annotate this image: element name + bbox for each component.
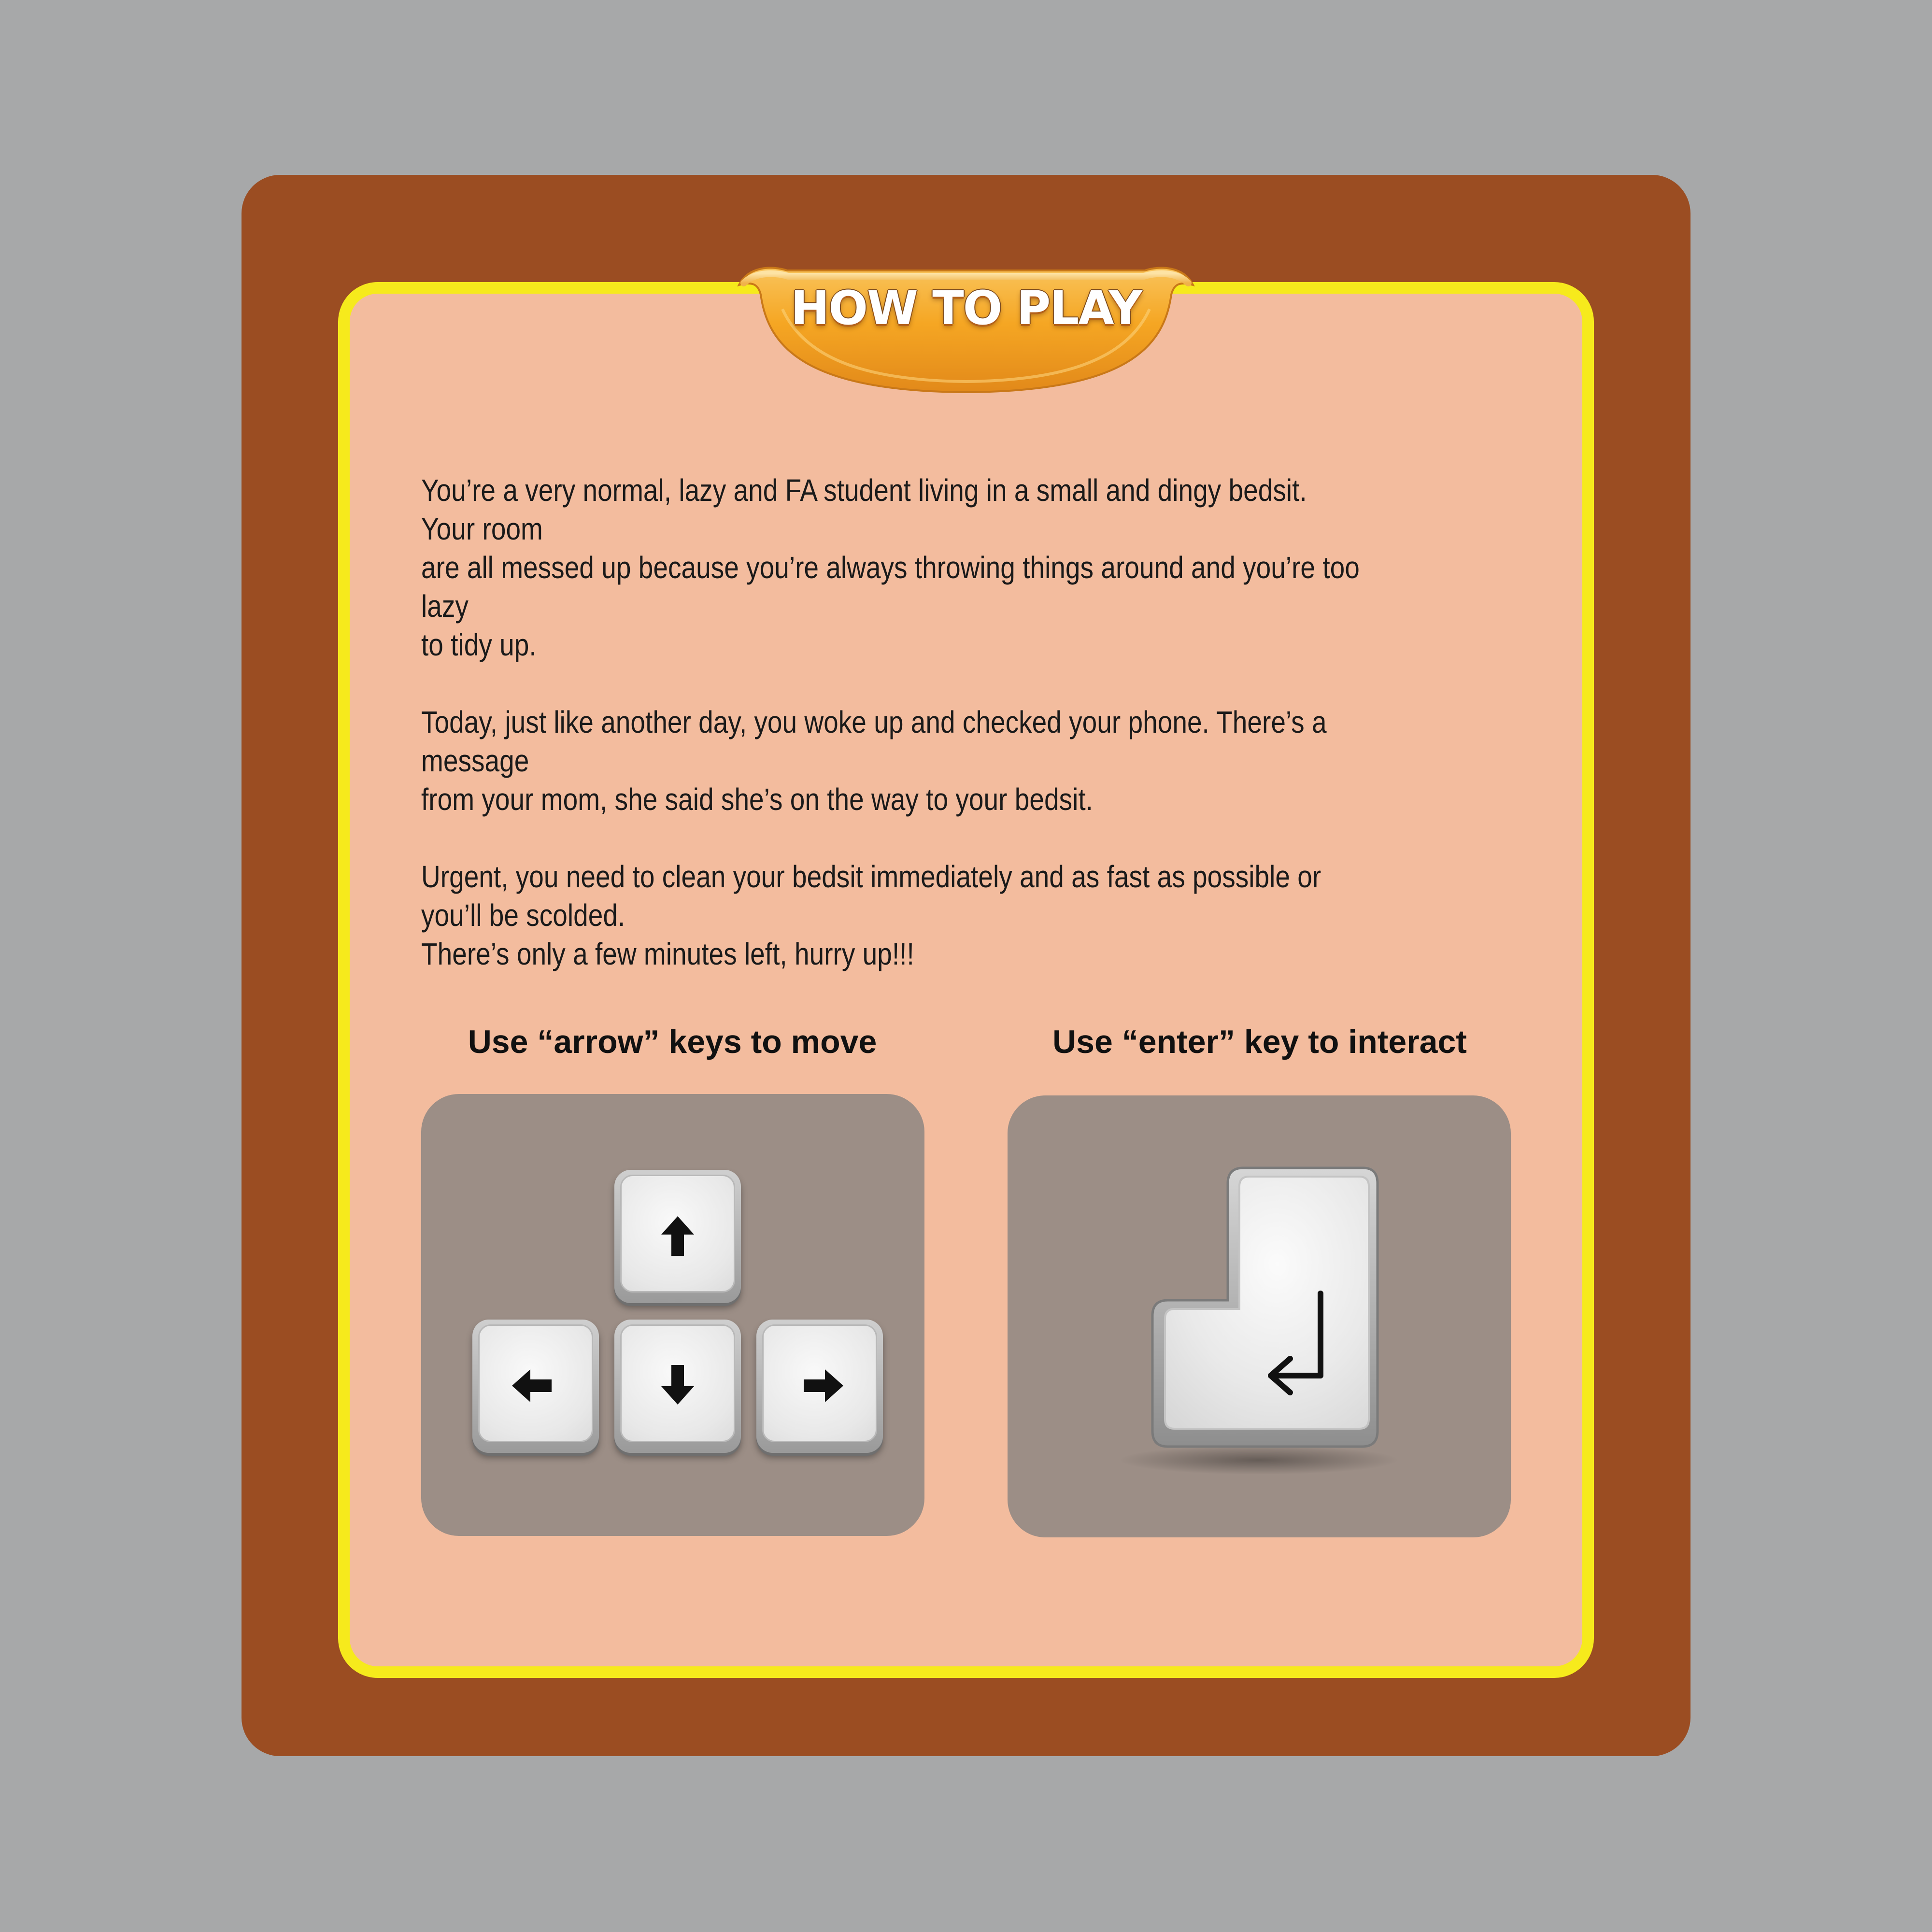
enter-key bbox=[1119, 1166, 1399, 1475]
arrow-right-icon bbox=[804, 1369, 843, 1402]
story-paragraph: Today, just like another day, you woke u… bbox=[421, 705, 1327, 817]
arrow-left-icon bbox=[512, 1369, 552, 1402]
banner-title: HOW TO PLAY bbox=[791, 281, 1142, 335]
title-banner: HOW TO PLAY bbox=[729, 251, 1203, 396]
enter-key-illustration bbox=[1008, 1095, 1511, 1537]
arrow-keys-illustration bbox=[421, 1094, 924, 1536]
story-paragraph: Urgent, you need to clean your bedsit im… bbox=[421, 859, 1321, 971]
arrow-left-key bbox=[472, 1320, 599, 1453]
story-text: You’re a very normal, lazy and FA studen… bbox=[421, 471, 1364, 973]
arrow-right-key bbox=[756, 1320, 883, 1453]
arrow-down-icon bbox=[661, 1365, 694, 1405]
story-paragraph: You’re a very normal, lazy and FA studen… bbox=[421, 473, 1360, 662]
arrow-down-key bbox=[614, 1320, 741, 1453]
move-instruction-label: Use “arrow” keys to move bbox=[468, 1023, 877, 1060]
arrow-up-key bbox=[614, 1170, 741, 1303]
arrow-up-icon bbox=[661, 1216, 694, 1256]
interact-instruction-label: Use “enter” key to interact bbox=[1052, 1023, 1467, 1060]
